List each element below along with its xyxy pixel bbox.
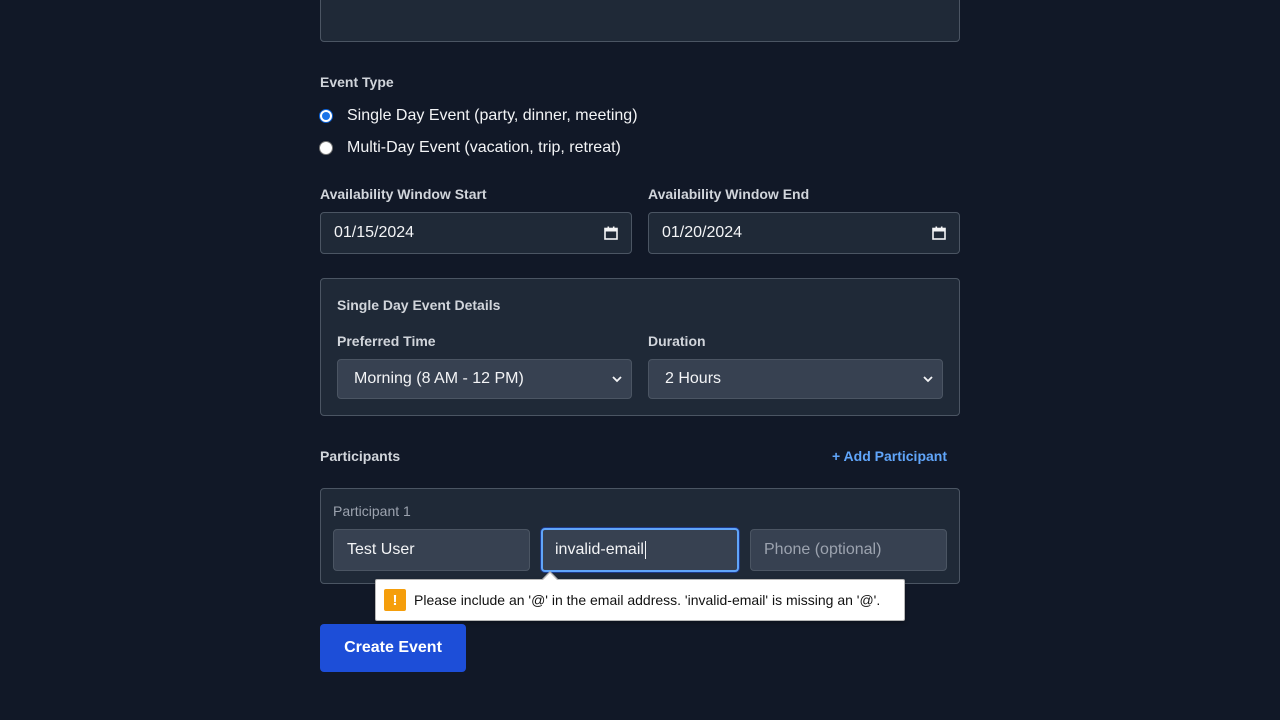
create-event-button[interactable]: Create Event <box>320 624 466 672</box>
preferred-time-label: Preferred Time <box>337 333 436 349</box>
participant-name-value: Test User <box>347 541 415 558</box>
participant-phone-input[interactable]: Phone (optional) <box>750 529 947 571</box>
calendar-icon[interactable] <box>932 226 946 240</box>
participant-email-value: invalid-email <box>555 541 644 558</box>
text-caret <box>644 541 646 559</box>
preferred-time-value: Morning (8 AM - 12 PM) <box>354 370 524 387</box>
radio-multi-day[interactable] <box>319 141 333 155</box>
add-participant-button[interactable]: + Add Participant <box>832 448 947 464</box>
chevron-down-icon <box>923 376 933 383</box>
duration-value: 2 Hours <box>665 370 722 387</box>
availability-start-input[interactable]: 01/15/2024 <box>320 212 632 254</box>
event-type-label: Event Type <box>320 74 394 90</box>
tooltip-arrow-fill <box>542 573 558 581</box>
chevron-down-icon <box>612 376 622 383</box>
participant-name-input[interactable]: Test User <box>333 529 530 571</box>
participant-email-input[interactable]: invalid-email <box>541 528 739 572</box>
availability-end-label: Availability Window End <box>648 186 810 202</box>
radio-multi-day-label: Multi-Day Event (vacation, trip, retreat… <box>347 139 621 156</box>
duration-select[interactable]: 2 Hours <box>648 359 943 399</box>
participant-phone-placeholder: Phone (optional) <box>764 541 882 558</box>
radio-single-day[interactable] <box>319 109 333 123</box>
calendar-icon[interactable] <box>604 226 618 240</box>
duration-label: Duration <box>648 333 706 349</box>
participants-label: Participants <box>320 448 401 464</box>
availability-end-value: 01/20/2024 <box>662 224 743 241</box>
availability-start-label: Availability Window Start <box>320 186 487 202</box>
radio-option-multi-day[interactable]: Multi-Day Event (vacation, trip, retreat… <box>319 137 621 159</box>
warning-icon: ! <box>384 589 406 611</box>
radio-single-day-label: Single Day Event (party, dinner, meeting… <box>347 107 638 124</box>
single-day-details-title: Single Day Event Details <box>337 297 501 313</box>
validation-tooltip: ! Please include an '@' in the email add… <box>375 579 905 621</box>
preferred-time-select[interactable]: Morning (8 AM - 12 PM) <box>337 359 632 399</box>
radio-option-single-day[interactable]: Single Day Event (party, dinner, meeting… <box>319 105 638 127</box>
validation-message: Please include an '@' in the email addre… <box>414 592 881 608</box>
availability-end-input[interactable]: 01/20/2024 <box>648 212 960 254</box>
participant-title: Participant 1 <box>333 503 411 519</box>
description-textarea[interactable] <box>320 0 960 42</box>
availability-start-value: 01/15/2024 <box>334 224 415 241</box>
